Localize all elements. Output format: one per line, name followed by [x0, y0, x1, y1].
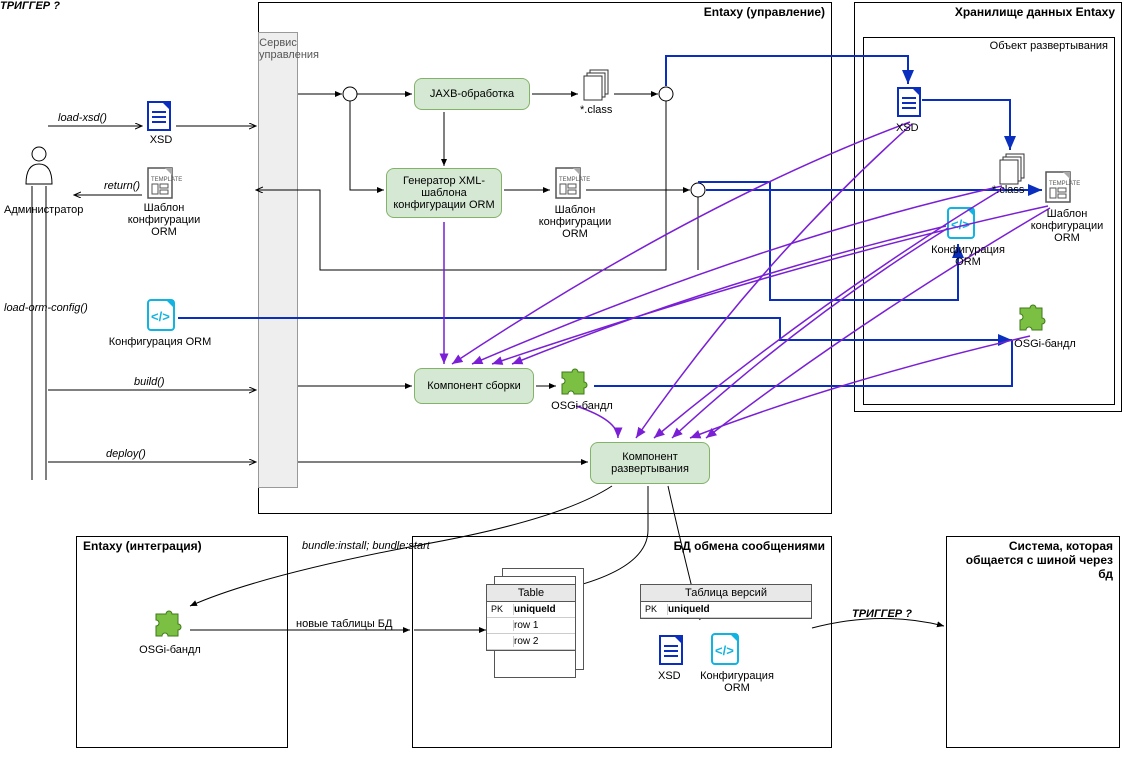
- uniqueid-label: uniqueId: [514, 604, 556, 615]
- call-load-xsd: load-xsd(): [58, 112, 107, 124]
- container-entaxy-management: Entaxy (управление): [258, 2, 832, 514]
- container-title: Хранилище данных Entaxy: [955, 5, 1115, 19]
- container-ext-system: Система, которая общается с шиной через …: [946, 536, 1120, 748]
- component-jaxb: JAXB-обработка: [414, 78, 530, 110]
- admin-actor-icon: [26, 147, 52, 184]
- orm-config-label: Конфигурация ORM: [100, 336, 220, 348]
- call-build: build(): [134, 376, 165, 388]
- osgi-label: OSGi-бандл: [1000, 338, 1090, 350]
- template-label: Шаблон конфигурации ORM: [124, 202, 204, 238]
- table-stack-front: Table PKuniqueId row 1 row 2: [486, 584, 576, 651]
- template-label: Шаблон конфигурации ORM: [530, 204, 620, 240]
- orm-config-label: Конфигурация ORM: [918, 244, 1018, 268]
- xsd-label: XSD: [896, 122, 919, 134]
- table-versions: Таблица версий PKuniqueId: [640, 584, 812, 619]
- container-entaxy-integration: Entaxy (интеграция): [76, 536, 288, 748]
- service-management-column: Сервис управления: [258, 32, 298, 488]
- container-title: Объект развертывания: [990, 40, 1108, 52]
- container-title: БД обмена сообщениями: [674, 539, 825, 553]
- component-assembler: Компонент сборки: [414, 368, 534, 404]
- versions-header: Таблица версий: [641, 585, 811, 602]
- pk-label: PK: [491, 604, 514, 615]
- call-bundle: bundle:install; bundle:start: [302, 540, 430, 552]
- call-trigger: ТРИГГЕР ?: [0, 0, 60, 12]
- container-msg-db: БД обмена сообщениями: [412, 536, 832, 748]
- component-label: Компонент сборки: [427, 380, 521, 392]
- component-xml-generator: Генератор XML-шаблона конфигурации ORM: [386, 168, 502, 218]
- container-title: Entaxy (интеграция): [83, 539, 202, 553]
- osgi-label: OSGi-бандл: [542, 400, 622, 412]
- class-label: *.class: [992, 184, 1024, 196]
- orm-config-icon: [148, 300, 174, 330]
- component-deployer: Компонент развертывания: [590, 442, 710, 484]
- component-label: Генератор XML-шаблона конфигурации ORM: [389, 175, 499, 211]
- pk-label: PK: [645, 604, 668, 615]
- row2-label: row 2: [514, 636, 538, 647]
- call-new-tables: новые таблицы БД: [296, 618, 392, 630]
- orm-config-label: Конфигурация ORM: [692, 670, 782, 694]
- template-label: Шаблон конфигурации ORM: [1022, 208, 1112, 244]
- admin-label: Администратор: [4, 204, 74, 216]
- component-label: JAXB-обработка: [430, 88, 514, 100]
- component-label: Компонент развертывания: [593, 451, 707, 475]
- xsd-label: XSD: [146, 134, 176, 146]
- osgi-label: OSGi-бандл: [130, 644, 210, 656]
- uniqueid-label: uniqueId: [668, 604, 710, 615]
- class-label: *.class: [580, 104, 612, 116]
- template-icon: [148, 168, 182, 198]
- call-load-orm: load-orm-config(): [4, 302, 88, 314]
- row1-label: row 1: [514, 620, 538, 631]
- call-trigger: ТРИГГЕР ?: [852, 608, 912, 620]
- call-deploy: deploy(): [106, 448, 146, 460]
- container-storage: Хранилище данных Entaxy Объект развертыв…: [854, 2, 1122, 412]
- call-return: return(): [104, 180, 140, 192]
- xsd-label: XSD: [658, 670, 681, 682]
- xsd-icon: [148, 102, 170, 130]
- container-title: Entaxy (управление): [704, 5, 825, 19]
- container-title: Система, которая общается с шиной через …: [953, 539, 1113, 581]
- table-header: Table: [487, 585, 575, 602]
